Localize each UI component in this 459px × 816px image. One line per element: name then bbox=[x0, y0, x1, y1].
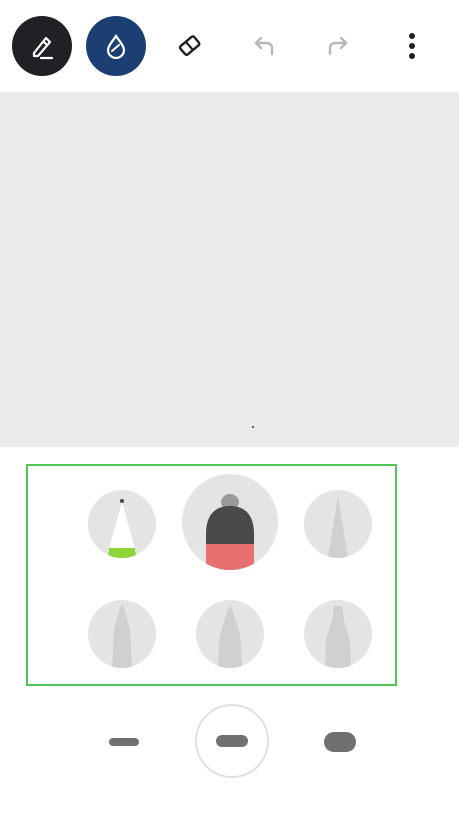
stroke-size-thin[interactable] bbox=[104, 726, 144, 758]
pen-option-calligraphy[interactable] bbox=[88, 600, 156, 668]
pen-option-pencil[interactable] bbox=[88, 490, 156, 558]
eraser-button[interactable] bbox=[172, 28, 208, 64]
drawing-toolbar bbox=[0, 0, 459, 92]
ink-drop-icon bbox=[102, 32, 130, 60]
thick-stroke-icon bbox=[324, 732, 356, 752]
stroke-size-thick[interactable] bbox=[318, 724, 362, 760]
stroke-size-medium-selected[interactable] bbox=[195, 704, 269, 778]
pen-option-fine-pen[interactable] bbox=[304, 490, 372, 558]
redo-icon bbox=[324, 32, 352, 60]
undo-icon bbox=[250, 32, 278, 60]
drawing-canvas[interactable] bbox=[0, 92, 459, 447]
ink-color-button[interactable] bbox=[86, 16, 146, 76]
more-options-button[interactable] bbox=[396, 26, 428, 66]
pen-option-marker-selected[interactable] bbox=[182, 474, 278, 570]
pen-option-chisel[interactable] bbox=[304, 600, 372, 668]
redo-button[interactable] bbox=[320, 28, 356, 64]
pen-option-brush[interactable] bbox=[196, 600, 264, 668]
more-vertical-icon bbox=[407, 31, 417, 61]
eraser-icon bbox=[175, 31, 205, 61]
pen-icon bbox=[27, 31, 57, 61]
undo-button[interactable] bbox=[246, 28, 282, 64]
thin-stroke-icon bbox=[109, 738, 139, 746]
canvas-stroke-dot bbox=[252, 426, 254, 428]
medium-stroke-icon bbox=[216, 735, 248, 747]
pen-tool-button[interactable] bbox=[12, 16, 72, 76]
